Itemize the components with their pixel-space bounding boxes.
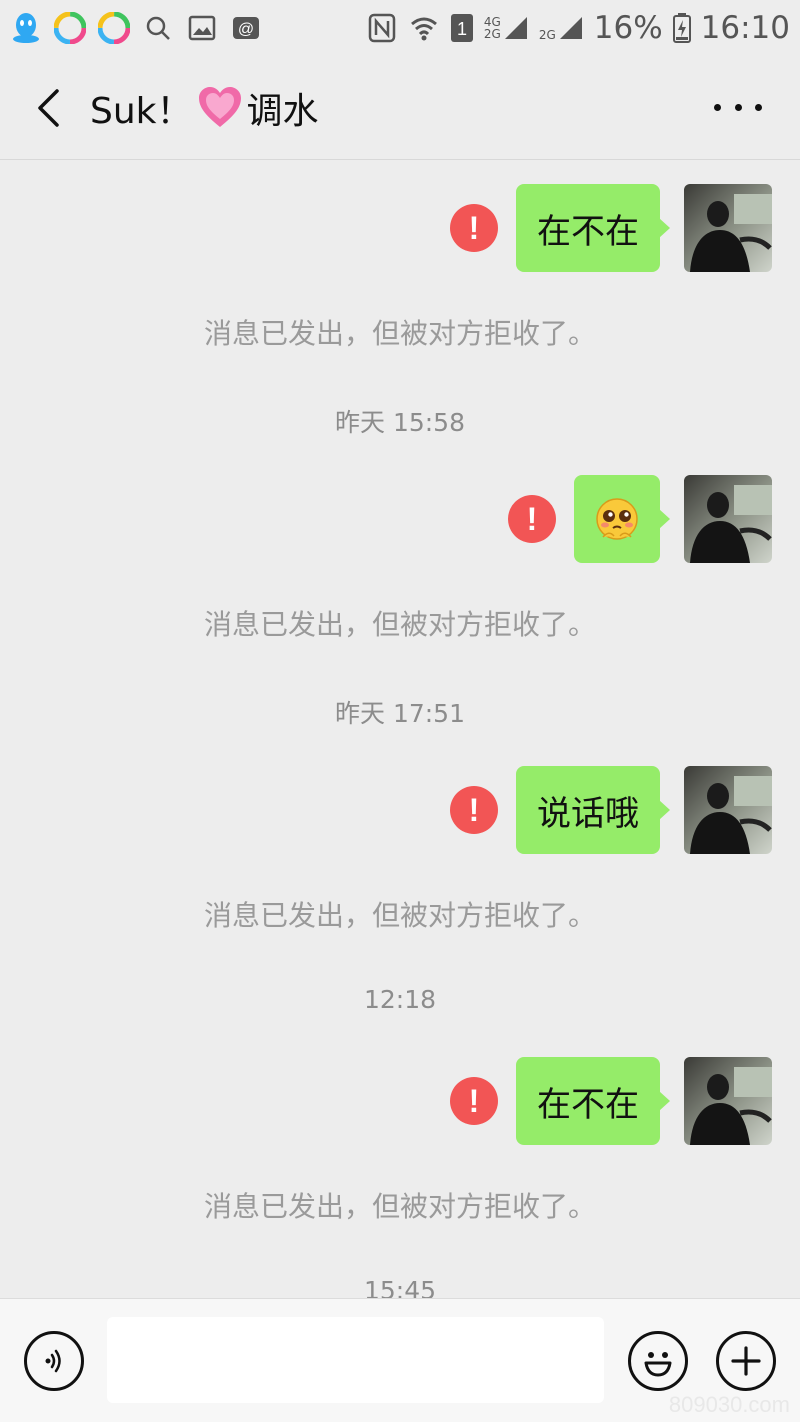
sparkling-heart-icon <box>197 85 243 131</box>
pinwheel-app-icon <box>54 12 86 44</box>
clock: 16:10 <box>700 10 790 46</box>
message-text: 在不在 <box>537 1084 639 1125</box>
voice-button[interactable] <box>24 1331 84 1391</box>
message-bubble[interactable]: 说话哦 <box>516 766 670 854</box>
message-bubble[interactable]: 在不在 <box>516 184 670 272</box>
message-bubble[interactable] <box>574 475 670 563</box>
timestamp: 昨天 17:51 <box>335 699 465 728</box>
network-2g-b-label: 2G <box>538 28 556 42</box>
avatar[interactable] <box>684 475 772 563</box>
rejected-notice: 消息已发出，但被对方拒收了。 <box>203 317 596 350</box>
nfc-icon <box>366 12 398 44</box>
network-2g-label: 2G <box>483 27 501 41</box>
search-icon <box>142 12 174 44</box>
chat-header: Suk！ 调水 <box>0 56 800 160</box>
timestamp: 15:45 <box>363 1276 437 1298</box>
rejected-notice: 消息已发出，但被对方拒收了。 <box>203 899 596 932</box>
message-text: 在不在 <box>537 211 639 252</box>
more-options-button[interactable] <box>714 92 762 122</box>
image-icon <box>186 12 218 44</box>
message-bubble[interactable]: 在不在 <box>516 1057 670 1145</box>
dual-signal-icon: 4G 2G <box>484 15 529 41</box>
status-bar: @ 1 4G 2G 2G 16% 16:10 <box>0 0 800 56</box>
send-failed-icon[interactable]: ! <box>450 786 498 834</box>
chevron-left-icon <box>38 88 59 127</box>
rejected-notice: 消息已发出，但被对方拒收了。 <box>203 608 596 641</box>
signal-2g-icon: 2G <box>539 15 584 41</box>
emoji-button[interactable] <box>628 1331 688 1391</box>
more-functions-button[interactable] <box>716 1331 776 1391</box>
chat-title: Suk！ 调水 <box>90 82 319 134</box>
avatar[interactable] <box>684 766 772 854</box>
qq-penguin-icon <box>10 12 42 44</box>
message-text: 说话哦 <box>537 793 639 834</box>
pinwheel-app-icon-2 <box>98 12 130 44</box>
avatar[interactable] <box>684 184 772 272</box>
message-input[interactable] <box>107 1317 604 1403</box>
battery-percent: 16% <box>593 10 663 46</box>
send-failed-icon[interactable]: ! <box>508 495 556 543</box>
status-system: 1 4G 2G 2G 16% 16:10 <box>366 10 790 46</box>
voice-icon <box>45 1349 61 1373</box>
chat-area[interactable]: ! 在不在 消息已发出，但被对方拒收了。 昨天 15:58 ! 消息已发出，但被… <box>0 160 800 1298</box>
input-bar: 809030.com <box>0 1298 800 1422</box>
dot-icon <box>714 103 721 111</box>
send-failed-icon[interactable]: ! <box>450 204 498 252</box>
back-button[interactable] <box>18 78 78 138</box>
timestamp: 12:18 <box>363 985 437 1014</box>
wifi-icon <box>408 12 440 44</box>
chat-title-prefix: Suk！ <box>90 90 193 132</box>
svg-text:1: 1 <box>457 19 467 39</box>
avatar[interactable] <box>684 1057 772 1145</box>
dot-icon <box>755 103 762 111</box>
svg-text:@: @ <box>238 21 254 38</box>
battery-charging-icon <box>672 12 691 44</box>
sim-slot-icon: 1 <box>450 12 474 44</box>
message-row: ! 在不在 <box>450 1057 772 1145</box>
chat-title-suffix: 调水 <box>246 90 319 132</box>
at-mail-icon: @ <box>230 12 262 44</box>
rejected-notice: 消息已发出，但被对方拒收了。 <box>203 1190 596 1223</box>
timestamp: 昨天 15:58 <box>335 408 465 437</box>
status-notifications: @ <box>10 12 262 44</box>
watermark: 809030.com <box>668 1392 790 1417</box>
plus-icon <box>731 1346 761 1376</box>
message-row: ! 说话哦 <box>450 766 772 854</box>
smiley-icon <box>644 1352 672 1377</box>
send-failed-icon[interactable]: ! <box>450 1077 498 1125</box>
shy-face-emoji-icon <box>596 498 638 540</box>
dot-icon <box>734 103 742 111</box>
message-row: ! 在不在 <box>450 184 772 272</box>
message-row: ! <box>508 475 772 563</box>
